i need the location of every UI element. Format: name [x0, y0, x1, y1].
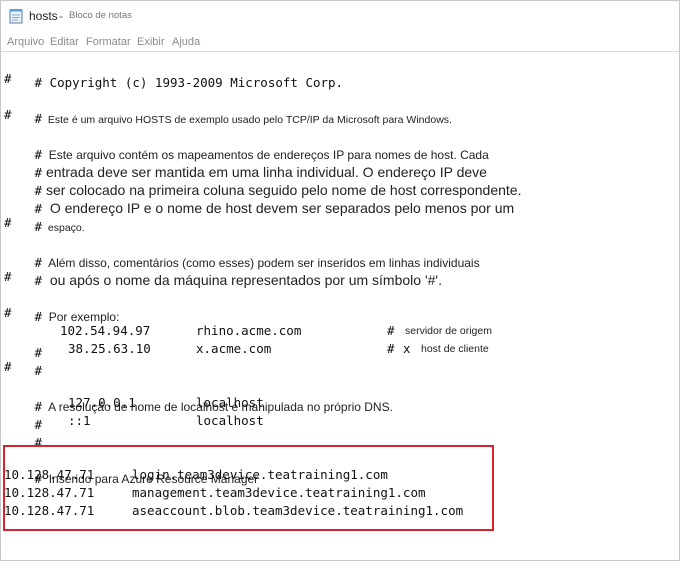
line-hash: # — [4, 71, 12, 86]
example-host: x.acme.com — [196, 341, 272, 356]
localhost-host: localhost — [196, 395, 264, 410]
notepad-window: hosts - Bloco de notas Arquivo Editar Fo… — [0, 0, 680, 561]
line-hash: # — [4, 107, 12, 122]
menu-bar: Arquivo Editar Formatar Exibir Ajuda — [1, 35, 679, 51]
example-comment-hash: # — [387, 323, 395, 338]
line-hash: # — [4, 359, 12, 374]
example-host: rhino.acme.com — [196, 323, 302, 338]
example-row: # 102.54.94.97 rhino.acme.com # servidor… — [34, 323, 492, 360]
copyright-text: Copyright (c) 1993-2009 Microsoft Corp. — [49, 75, 344, 90]
line-hash: # — [4, 305, 12, 320]
menu-editar[interactable]: Editar — [50, 36, 79, 48]
example-ip: 102.54.94.97 — [60, 323, 151, 338]
localhost-ip: 127.0.0.1 — [68, 395, 136, 410]
menu-exibir[interactable]: Exibir — [137, 36, 165, 48]
example-row: # 38.25.63.10 x.acme.com # x host de cli… — [34, 341, 489, 378]
example-ip: 38.25.63.10 — [68, 341, 151, 356]
example-comment: host de cliente — [421, 343, 489, 355]
line-hash: # — [4, 269, 12, 284]
notepad-icon — [9, 9, 23, 24]
line-hash: # — [4, 215, 12, 230]
localhost-host: localhost — [196, 413, 264, 428]
menu-ajuda[interactable]: Ajuda — [172, 36, 200, 48]
menu-formatar[interactable]: Formatar — [86, 36, 131, 48]
example-extra: x — [403, 341, 411, 356]
window-title-separator: - — [59, 9, 63, 23]
menu-arquivo[interactable]: Arquivo — [7, 36, 44, 48]
localhost-ip: ::1 — [68, 413, 91, 428]
localhost-row: # 127.0.0.1 localhost — [34, 395, 264, 432]
highlight-box — [3, 445, 494, 531]
example-comment: servidor de origem — [405, 325, 492, 337]
window-title-app: Bloco de notas — [69, 10, 132, 21]
title-bar: hosts - Bloco de notas — [1, 1, 679, 33]
window-title-file: hosts — [29, 9, 58, 23]
example-comment-hash: # — [387, 341, 395, 356]
localhost-row: # ::1 localhost — [34, 413, 264, 450]
